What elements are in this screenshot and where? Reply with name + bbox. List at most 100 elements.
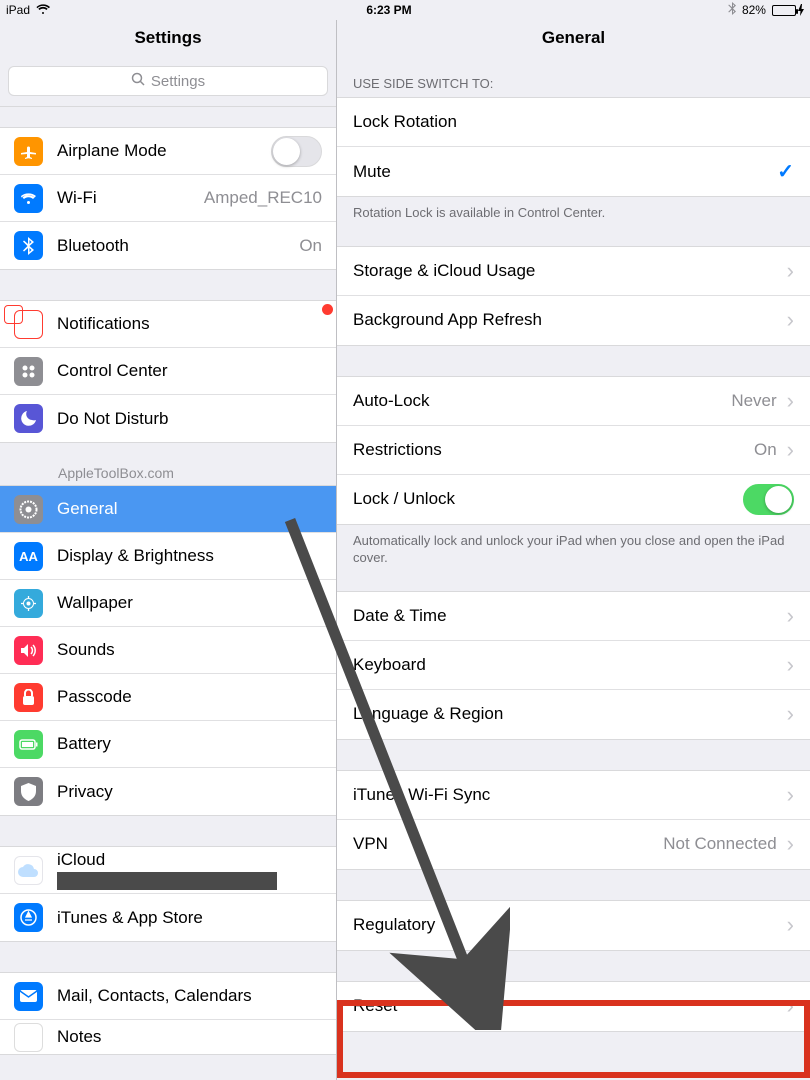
- restrictions-value: On: [754, 440, 777, 460]
- wallpaper-icon: [14, 589, 43, 618]
- chevron-icon: ›: [787, 309, 794, 331]
- checkmark-icon: ✓: [777, 159, 794, 184]
- wallpaper-label: Wallpaper: [57, 593, 322, 613]
- itunes-label: iTunes & App Store: [57, 908, 322, 928]
- row-battery[interactable]: Battery: [0, 721, 336, 768]
- row-storage[interactable]: Storage & iCloud Usage ›: [337, 247, 810, 296]
- keyboard-label: Keyboard: [353, 655, 787, 675]
- row-wallpaper[interactable]: Wallpaper: [0, 580, 336, 627]
- chevron-icon: ›: [787, 833, 794, 855]
- side-switch-header: Use Side Switch to:: [337, 58, 810, 97]
- mute-label: Mute: [353, 162, 777, 182]
- notes-icon: [14, 1023, 43, 1052]
- wifi-label: Wi-Fi: [57, 188, 204, 208]
- mail-label: Mail, Contacts, Calendars: [57, 986, 322, 1006]
- dnd-label: Do Not Disturb: [57, 409, 322, 429]
- row-bluetooth[interactable]: Bluetooth On: [0, 222, 336, 269]
- control-center-icon: [14, 357, 43, 386]
- bluetooth-label: Bluetooth: [57, 236, 299, 256]
- display-label: Display & Brightness: [57, 546, 322, 566]
- row-lock-unlock[interactable]: Lock / Unlock: [337, 475, 810, 524]
- row-lock-rotation[interactable]: Lock Rotation: [337, 98, 810, 147]
- chevron-icon: ›: [787, 784, 794, 806]
- status-bar: iPad 6:23 PM 82%: [0, 0, 810, 20]
- vpn-value: Not Connected: [663, 834, 776, 854]
- battery-icon: [772, 4, 804, 16]
- row-itunes-sync[interactable]: iTunes Wi-Fi Sync ›: [337, 771, 810, 820]
- vpn-label: VPN: [353, 834, 663, 854]
- privacy-icon: [14, 777, 43, 806]
- chevron-icon: ›: [787, 703, 794, 725]
- auto-lock-value: Never: [731, 391, 776, 411]
- passcode-icon: [14, 683, 43, 712]
- storage-label: Storage & iCloud Usage: [353, 261, 787, 281]
- gear-icon: [14, 495, 43, 524]
- row-general[interactable]: General: [0, 486, 336, 533]
- group-general: General AA Display & Brightness Wallpape…: [0, 485, 336, 816]
- row-icloud[interactable]: iCloud: [0, 847, 336, 894]
- row-keyboard[interactable]: Keyboard ›: [337, 641, 810, 690]
- auto-lock-label: Auto-Lock: [353, 391, 731, 411]
- sounds-label: Sounds: [57, 640, 322, 660]
- side-switch-footer: Rotation Lock is available in Control Ce…: [337, 197, 810, 222]
- airplane-toggle[interactable]: [271, 136, 322, 167]
- icloud-icon: [14, 856, 43, 885]
- sidebar-title: Settings: [0, 20, 336, 58]
- privacy-label: Privacy: [57, 782, 322, 802]
- group-notifications: Notifications Control Center Do Not Dist…: [0, 300, 336, 443]
- lock-unlock-label: Lock / Unlock: [353, 489, 743, 509]
- chevron-icon: ›: [787, 439, 794, 461]
- chevron-icon: ›: [787, 995, 794, 1017]
- chevron-icon: ›: [787, 914, 794, 936]
- dnd-icon: [14, 404, 43, 433]
- regulatory-label: Regulatory: [353, 915, 787, 935]
- notifications-icon: [14, 310, 43, 339]
- detail-title: General: [337, 20, 810, 58]
- lock-unlock-footer: Automatically lock and unlock your iPad …: [337, 525, 810, 567]
- settings-sidebar: Settings Settings Airplane Mode: [0, 20, 337, 1080]
- row-mute[interactable]: Mute ✓: [337, 147, 810, 196]
- row-language[interactable]: Language & Region ›: [337, 690, 810, 739]
- row-itunes[interactable]: iTunes & App Store: [0, 894, 336, 941]
- row-notifications[interactable]: Notifications: [0, 301, 336, 348]
- row-privacy[interactable]: Privacy: [0, 768, 336, 815]
- chevron-icon: ›: [787, 654, 794, 676]
- row-reset[interactable]: Reset ›: [337, 982, 810, 1031]
- display-icon: AA: [14, 542, 43, 571]
- row-sounds[interactable]: Sounds: [0, 627, 336, 674]
- reset-label: Reset: [353, 996, 787, 1016]
- detail-pane: General Use Side Switch to: Lock Rotatio…: [337, 20, 810, 1080]
- notifications-label: Notifications: [57, 314, 322, 334]
- row-wifi[interactable]: Wi-Fi Amped_REC10: [0, 175, 336, 222]
- chevron-icon: ›: [787, 390, 794, 412]
- appstore-icon: [14, 903, 43, 932]
- search-input[interactable]: Settings: [8, 66, 328, 96]
- row-passcode[interactable]: Passcode: [0, 674, 336, 721]
- bluetooth-value: On: [299, 236, 322, 256]
- redacted-email: [57, 872, 277, 890]
- row-vpn[interactable]: VPN Not Connected ›: [337, 820, 810, 869]
- row-notes[interactable]: Notes: [0, 1020, 336, 1054]
- icloud-label: iCloud: [57, 850, 322, 890]
- battery-label: Battery: [57, 734, 322, 754]
- lock-unlock-toggle[interactable]: [743, 484, 794, 515]
- search-icon: [131, 72, 145, 90]
- row-mail[interactable]: Mail, Contacts, Calendars: [0, 973, 336, 1020]
- clock: 6:23 PM: [366, 3, 411, 17]
- row-date-time[interactable]: Date & Time ›: [337, 592, 810, 641]
- bluetooth-row-icon: [14, 231, 43, 260]
- chevron-icon: ›: [787, 260, 794, 282]
- restrictions-label: Restrictions: [353, 440, 754, 460]
- passcode-label: Passcode: [57, 687, 322, 707]
- row-bg-refresh[interactable]: Background App Refresh ›: [337, 296, 810, 345]
- row-restrictions[interactable]: Restrictions On ›: [337, 426, 810, 475]
- row-dnd[interactable]: Do Not Disturb: [0, 395, 336, 442]
- row-airplane-mode[interactable]: Airplane Mode: [0, 128, 336, 175]
- row-auto-lock[interactable]: Auto-Lock Never ›: [337, 377, 810, 426]
- row-control-center[interactable]: Control Center: [0, 348, 336, 395]
- general-label: General: [57, 499, 322, 519]
- notes-label: Notes: [57, 1027, 322, 1047]
- row-display[interactable]: AA Display & Brightness: [0, 533, 336, 580]
- row-regulatory[interactable]: Regulatory ›: [337, 901, 810, 950]
- chevron-icon: ›: [787, 605, 794, 627]
